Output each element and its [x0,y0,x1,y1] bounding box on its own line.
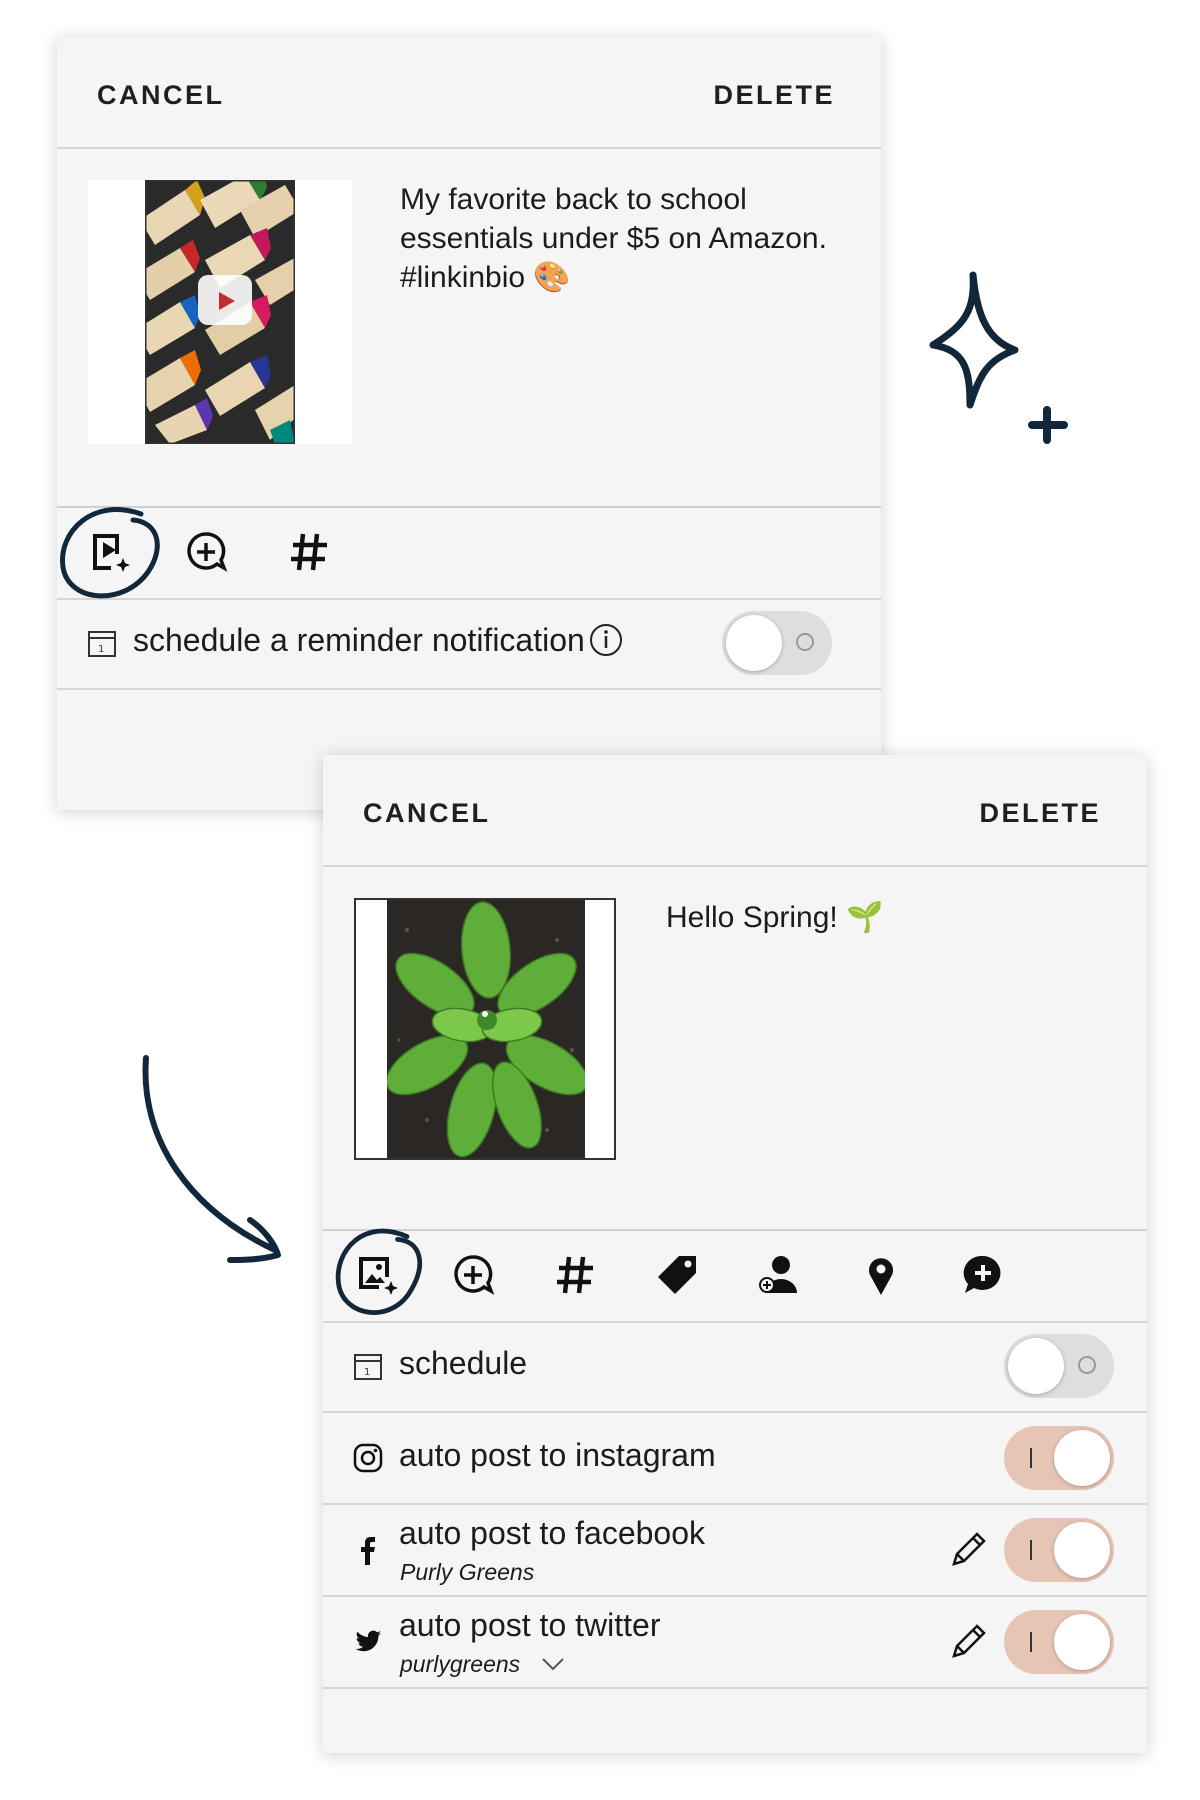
twitter-row: auto post to twitter purlygreens [323,1597,1147,1689]
facebook-row: auto post to facebook Purly Greens [323,1505,1147,1597]
twitter-account: purlygreens [400,1651,521,1677]
location-icon[interactable] [857,1251,905,1299]
highlight-circle-doodle [60,507,160,599]
media-toolbar [57,506,881,600]
toggle-knob [1054,1430,1110,1486]
schedule-label: schedule [399,1345,528,1381]
image-post-editor-card: CANCEL DELETE Hello Spring! 🌱 1 schedule… [323,755,1147,1753]
instagram-row: auto post to instagram [323,1413,1147,1505]
edit-pencil-icon[interactable] [948,1530,988,1570]
delete-button[interactable]: DELETE [979,798,1101,829]
post-caption[interactable]: My favorite back to school essentials un… [400,180,850,297]
reminder-row: 1 schedule a reminder notification [57,598,881,690]
delete-button[interactable]: DELETE [713,80,835,111]
facebook-icon [361,1537,375,1565]
toggle-knob [726,615,782,671]
cancel-button[interactable]: CANCEL [363,798,491,829]
toggle-knob [1008,1338,1064,1394]
cancel-button[interactable]: CANCEL [97,80,225,111]
schedule-toggle[interactable] [1004,1334,1114,1398]
chevron-down-icon[interactable] [541,1657,565,1671]
facebook-label: auto post to facebook [399,1515,705,1551]
toggle-on-indicator [1030,1448,1032,1468]
calendar-icon: 1 [88,631,116,657]
toggle-off-indicator [1078,1356,1096,1374]
post-caption[interactable]: Hello Spring! 🌱 [666,898,1116,937]
sparkle-doodle [929,271,1068,444]
toggle-knob [1054,1614,1110,1670]
caption-line: Hello Spring! 🌱 [666,901,884,934]
twitter-icon [355,1630,381,1652]
hashtag-icon[interactable] [551,1251,599,1299]
add-comment-icon[interactable] [182,528,230,576]
toggle-on-indicator [1030,1540,1032,1560]
svg-text:1: 1 [364,1367,370,1378]
toggle-knob [1054,1522,1110,1578]
info-icon[interactable] [589,623,623,657]
tag-icon[interactable] [653,1251,701,1299]
media-thumbnail[interactable] [354,898,616,1160]
card-header: CANCEL DELETE [57,37,881,149]
facebook-account: Purly Greens [400,1559,535,1585]
toggle-off-indicator [796,633,814,651]
arrow-doodle [142,1055,281,1263]
edit-pencil-icon[interactable] [948,1622,988,1662]
facebook-toggle[interactable] [1004,1518,1114,1582]
add-comment-icon[interactable] [449,1251,497,1299]
highlight-circle-doodle [335,1228,423,1315]
schedule-row: 1 schedule [323,1321,1147,1413]
reminder-toggle[interactable] [722,611,832,675]
instagram-label: auto post to instagram [399,1437,716,1473]
twitter-label: auto post to twitter [399,1607,661,1643]
hashtag-icon[interactable] [285,528,333,576]
calendar-icon: 1 [354,1354,382,1380]
card-header: CANCEL DELETE [323,755,1147,867]
pepper-plant-image [387,900,585,1158]
media-thumbnail[interactable] [88,180,352,444]
toggle-on-indicator [1030,1632,1032,1652]
reminder-label: schedule a reminder notification [133,622,585,658]
svg-text:1: 1 [98,644,104,655]
caption-line: #linkinbio 🎨 [400,261,571,294]
add-message-icon[interactable] [959,1251,1007,1299]
reel-post-editor-card: CANCEL DELETE My favorite back to school… [57,37,881,810]
twitter-toggle[interactable] [1004,1610,1114,1674]
instagram-icon [353,1443,383,1473]
media-toolbar [323,1229,1147,1323]
instagram-toggle[interactable] [1004,1426,1114,1490]
tag-user-icon[interactable] [755,1251,803,1299]
caption-line: essentials under $5 on Amazon. [400,222,827,255]
video-play-icon [198,275,252,325]
caption-line: My favorite back to school [400,183,747,216]
